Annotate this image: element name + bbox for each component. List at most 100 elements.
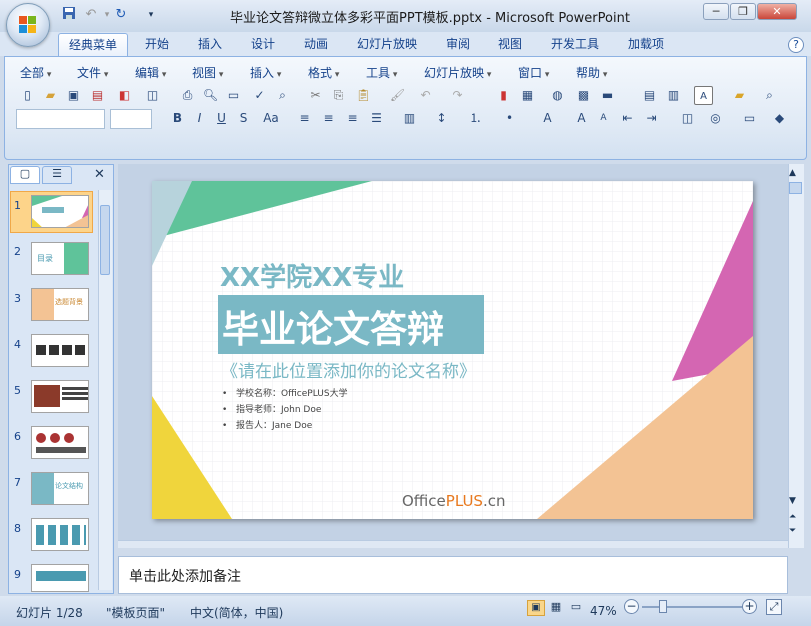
slide-thumbnail-8[interactable] (31, 518, 89, 551)
tab-animation[interactable]: 动画 (294, 33, 338, 56)
spelling-icon[interactable]: ✓ (250, 86, 269, 105)
bold-icon[interactable]: B (168, 109, 187, 128)
tab-view[interactable]: 视图 (488, 33, 532, 56)
outline-tab-icon[interactable]: ☰ (42, 166, 72, 184)
line-spacing-icon[interactable]: ↕ (432, 109, 451, 128)
tab-insert[interactable]: 插入 (188, 33, 232, 56)
previous-slide-icon[interactable]: ⏶ (789, 512, 796, 522)
close-button[interactable]: ✕ (757, 3, 797, 20)
picture-icon[interactable]: ▩ (574, 86, 593, 105)
slide-hscrollbar[interactable] (118, 540, 788, 548)
zoom-slider-thumb[interactable] (659, 600, 667, 613)
font-size-combo[interactable] (110, 109, 152, 129)
tab-review[interactable]: 审阅 (436, 33, 480, 56)
slide-thumbnail-3[interactable]: 选题背景 (31, 288, 89, 321)
slide-layout-icon[interactable]: ▥ (664, 86, 683, 105)
slide-thumbnail-2[interactable]: 目录 (31, 242, 89, 275)
folder-icon[interactable]: ▰ (730, 86, 749, 105)
restore-button[interactable]: ❐ (730, 3, 756, 20)
permission-icon[interactable]: ▤ (88, 86, 107, 105)
save-icon[interactable] (60, 6, 78, 24)
new-icon[interactable]: ▯ (18, 86, 37, 105)
italic-icon[interactable]: I (190, 109, 209, 128)
columns-icon[interactable]: ▥ (400, 109, 419, 128)
menu-tools[interactable]: 工具 (366, 64, 397, 81)
arrange-icon[interactable]: ◫ (678, 109, 697, 128)
print-setup-icon[interactable]: ◫ (143, 86, 162, 105)
cut-icon[interactable]: ✂ (306, 86, 325, 105)
slide-thumbnail-7[interactable]: 论文结构 (31, 472, 89, 505)
change-case-icon[interactable]: Aa (259, 109, 283, 128)
scroll-down-icon[interactable]: ▼ (789, 496, 796, 506)
pdf-icon[interactable]: ◧ (115, 86, 134, 105)
tab-slideshow[interactable]: 幻灯片放映 (347, 33, 427, 56)
menu-view[interactable]: 视图 (192, 64, 223, 81)
tab-classic-menu[interactable]: 经典菜单 (58, 33, 129, 56)
format-painter-icon[interactable]: 🖌︎ (388, 86, 407, 105)
align-right-icon[interactable]: ≡ (343, 109, 362, 128)
help-icon[interactable]: ? (788, 37, 804, 53)
research-icon[interactable]: ⌕ (273, 86, 292, 105)
open-icon[interactable]: ▰ (41, 86, 60, 105)
decrease-indent-icon[interactable]: ⇤ (618, 109, 637, 128)
menu-file[interactable]: 文件 (77, 64, 108, 81)
notes-pane[interactable]: 单击此处添加备注 (118, 556, 788, 594)
slides-scroll-thumb[interactable] (100, 205, 110, 275)
align-left-icon[interactable]: ≡ (295, 109, 314, 128)
justify-icon[interactable]: ☰ (367, 109, 386, 128)
strikethrough-icon[interactable]: S (234, 109, 253, 128)
paste-icon[interactable]: 📋︎ (354, 86, 373, 105)
slide-college-title[interactable]: XX学院XX专业 (220, 257, 404, 294)
find-icon[interactable]: ⌕ (760, 86, 779, 105)
print-preview-icon[interactable]: 🔍︎ (201, 86, 220, 105)
tab-developer[interactable]: 开发工具 (541, 33, 609, 56)
shrink-font-icon[interactable]: A (594, 109, 613, 128)
customize-quick-access-icon[interactable]: ▾ (142, 6, 160, 24)
menu-edit[interactable]: 编辑 (135, 64, 166, 81)
slide-thumbnail-6[interactable] (31, 426, 89, 459)
copy-icon[interactable]: ⎘ (329, 86, 348, 105)
menu-insert[interactable]: 插入 (250, 64, 281, 81)
redo-icon[interactable]: ↻ (112, 6, 130, 24)
clipart-icon[interactable]: ◍ (548, 86, 567, 105)
tab-home[interactable]: 开始 (135, 33, 179, 56)
font-name-combo[interactable] (16, 109, 105, 129)
slide-thumbnail-5[interactable] (31, 380, 89, 413)
minimize-button[interactable]: ─ (703, 3, 729, 20)
quick-styles-icon[interactable]: ▭ (740, 109, 759, 128)
zoom-level[interactable]: 47% (590, 604, 617, 618)
scroll-up-icon[interactable]: ▲ (789, 168, 796, 178)
tab-design[interactable]: 设计 (241, 33, 285, 56)
slide-thesis-name[interactable]: 《请在此位置添加你的论文名称》 (221, 357, 476, 382)
slides-tab-icon[interactable]: ▢ (10, 166, 40, 184)
slide-info-list[interactable]: • 学校名称：OfficePLUS大学 • 指导老师：John Doe • 报告人：J… (222, 386, 348, 434)
menu-format[interactable]: 格式 (308, 64, 339, 81)
grow-font-icon[interactable]: A (572, 109, 591, 128)
slide-scroll-thumb[interactable] (789, 182, 802, 194)
next-slide-icon[interactable]: ⏷ (789, 526, 796, 536)
shape-fill-icon[interactable]: ◆ (770, 109, 789, 128)
slide-thumbnail-9[interactable] (31, 564, 89, 592)
office-button[interactable] (6, 3, 50, 47)
text-box-icon[interactable]: A (694, 86, 713, 105)
new-slide-icon[interactable]: ▤ (640, 86, 659, 105)
increase-indent-icon[interactable]: ⇥ (642, 109, 661, 128)
underline-icon[interactable]: U (212, 109, 231, 128)
zoom-in-icon[interactable]: + (742, 599, 757, 614)
menu-window[interactable]: 窗口 (518, 64, 549, 81)
normal-view-icon[interactable]: ▣ (527, 600, 545, 616)
menu-help[interactable]: 帮助 (576, 64, 607, 81)
layout-icon[interactable]: ▭ (224, 86, 243, 105)
slide-scrollbar[interactable] (788, 164, 804, 548)
slide-sorter-icon[interactable]: ▦ (547, 600, 565, 616)
close-pane-icon[interactable]: ✕ (94, 167, 105, 182)
fill-color-icon[interactable]: ▬ (598, 86, 617, 105)
zoom-slider[interactable] (642, 606, 742, 608)
redo-toolbar-icon[interactable]: ↷ (448, 86, 467, 105)
slide-main-title[interactable]: 毕业论文答辩 (222, 299, 444, 353)
menu-all[interactable]: 全部 (20, 64, 51, 81)
table-icon[interactable]: ▦ (518, 86, 537, 105)
fit-to-window-icon[interactable]: ⤢ (766, 599, 782, 615)
numbering-icon[interactable]: ⒈ (466, 109, 485, 128)
tab-addins[interactable]: 加载项 (618, 33, 674, 56)
